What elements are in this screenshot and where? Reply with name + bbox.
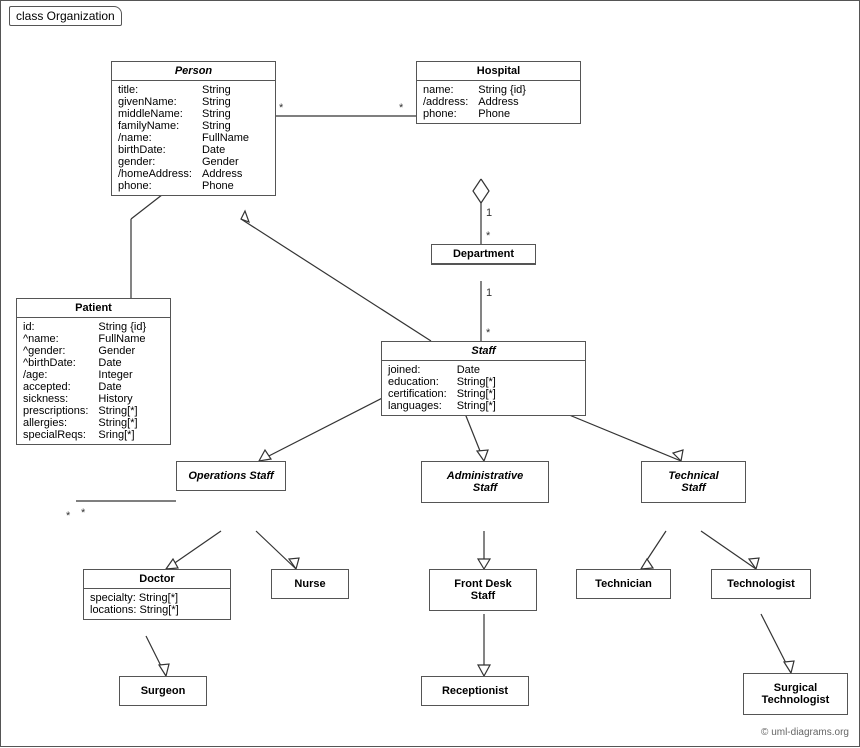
svg-text:*: * [486, 230, 491, 242]
patient-body: id: ^name: ^gender: ^birthDate: /age: ac… [17, 318, 170, 444]
staff-title: Staff [382, 342, 585, 361]
receptionist-title: Receptionist [422, 677, 528, 705]
hospital-body: name: /address: phone: String {id} Addre… [417, 81, 580, 123]
svg-text:*: * [399, 102, 404, 114]
doctor-title: Doctor [84, 570, 230, 589]
svg-text:*: * [279, 102, 284, 114]
staff-fields-left: joined: education: certification: langua… [388, 364, 447, 412]
surgeon-title: Surgeon [120, 677, 206, 705]
doctor-box: Doctor specialty: String[*] locations: S… [83, 569, 231, 620]
department-box: Department [431, 244, 536, 265]
ops-staff-box: Operations Staff [176, 461, 286, 491]
staff-box: Staff joined: education: certification: … [381, 341, 586, 416]
person-title: Person [112, 62, 275, 81]
svg-text:1: 1 [486, 287, 492, 299]
svg-text:*: * [66, 510, 71, 522]
technologist-title: Technologist [712, 570, 810, 598]
tech-staff-title: TechnicalStaff [642, 462, 745, 502]
admin-staff-box: AdministrativeStaff [421, 461, 549, 503]
person-body: title: givenName: middleName: familyName… [112, 81, 275, 195]
staff-fields-right: Date String[*] String[*] String[*] [457, 364, 496, 412]
nurse-title: Nurse [272, 570, 348, 598]
nurse-box: Nurse [271, 569, 349, 599]
hospital-fields-right: String {id} Address Phone [478, 84, 526, 120]
svg-text:*: * [486, 327, 491, 339]
technologist-box: Technologist [711, 569, 811, 599]
svg-text:*: * [81, 507, 86, 519]
patient-fields-left: id: ^name: ^gender: ^birthDate: /age: ac… [23, 321, 88, 441]
copyright: © uml-diagrams.org [761, 727, 849, 738]
svg-text:1: 1 [486, 207, 492, 219]
person-box: Person title: givenName: middleName: fam… [111, 61, 276, 196]
department-title: Department [432, 245, 535, 264]
patient-title: Patient [17, 299, 170, 318]
staff-body: joined: education: certification: langua… [382, 361, 585, 415]
hospital-title: Hospital [417, 62, 580, 81]
receptionist-box: Receptionist [421, 676, 529, 706]
technician-title: Technician [577, 570, 670, 598]
front-desk-box: Front DeskStaff [429, 569, 537, 611]
doctor-body: specialty: String[*] locations: String[*… [84, 589, 230, 619]
diagram-container: class Organization * * 1 * 1 * [0, 0, 860, 747]
tech-staff-box: TechnicalStaff [641, 461, 746, 503]
hospital-box: Hospital name: /address: phone: String {… [416, 61, 581, 124]
ops-staff-title: Operations Staff [177, 462, 285, 490]
hospital-fields-left: name: /address: phone: [423, 84, 468, 120]
diagram-title: class Organization [9, 6, 122, 26]
person-fields-right: String String String String FullName Dat… [202, 84, 249, 192]
surgical-tech-box: SurgicalTechnologist [743, 673, 848, 715]
patient-box: Patient id: ^name: ^gender: ^birthDate: … [16, 298, 171, 445]
patient-fields-right: String {id} FullName Gender Date Integer… [98, 321, 146, 441]
admin-staff-title: AdministrativeStaff [422, 462, 548, 502]
surgeon-box: Surgeon [119, 676, 207, 706]
technician-box: Technician [576, 569, 671, 599]
surgical-tech-title: SurgicalTechnologist [744, 674, 847, 714]
front-desk-title: Front DeskStaff [430, 570, 536, 610]
person-fields-left: title: givenName: middleName: familyName… [118, 84, 192, 192]
